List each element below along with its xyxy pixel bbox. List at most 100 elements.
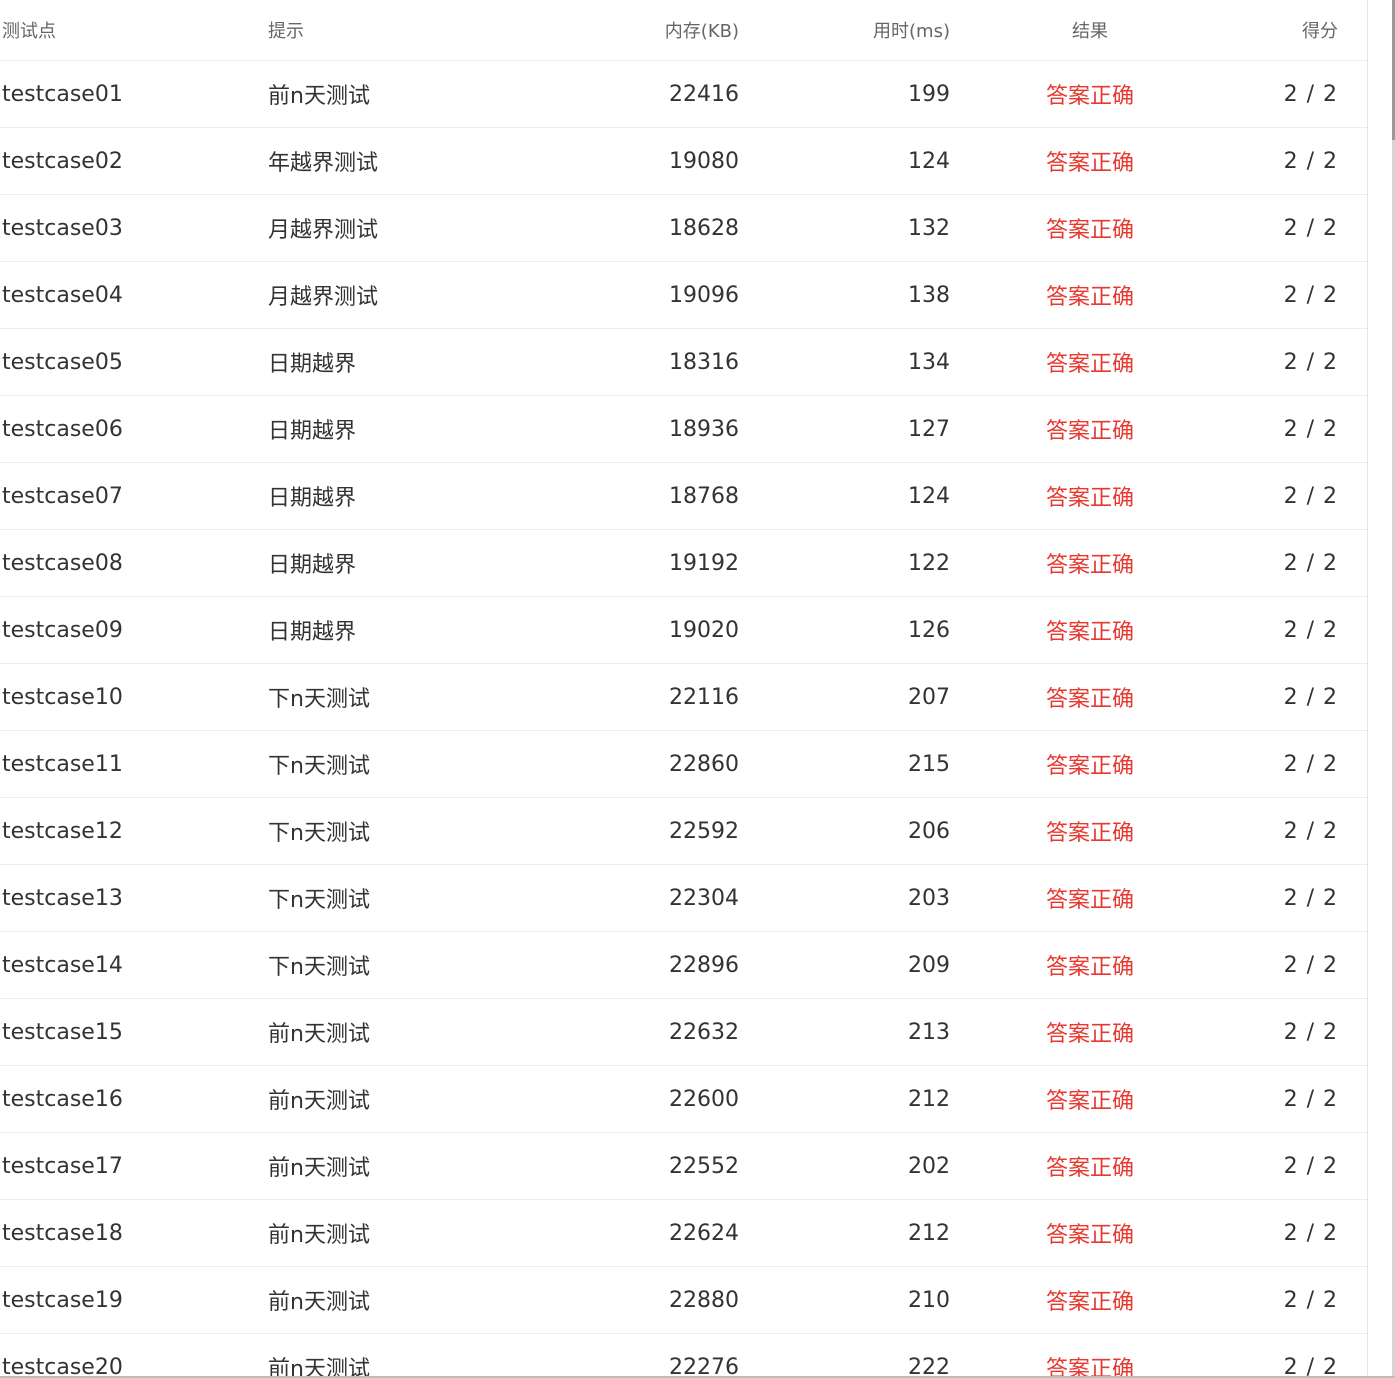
cell-score: 2 / 2 xyxy=(1283,1220,1338,1246)
cell-testcase: testcase04 xyxy=(2,282,123,308)
cell-time: 213 xyxy=(908,1019,950,1045)
cell-score: 2 / 2 xyxy=(1283,1354,1338,1378)
cell-testcase: testcase15 xyxy=(2,1019,123,1045)
table-row: testcase06 日期越界 18936 127 答案正确 2 / 2 xyxy=(0,396,1367,463)
cell-time: 215 xyxy=(908,751,950,777)
cell-testcase: testcase17 xyxy=(2,1153,123,1179)
cell-time: 127 xyxy=(908,416,950,442)
table-row: testcase03 月越界测试 18628 132 答案正确 2 / 2 xyxy=(0,195,1367,262)
cell-score: 2 / 2 xyxy=(1283,1287,1338,1313)
cell-hint: 下n天测试 xyxy=(268,754,370,779)
cell-hint: 日期越界 xyxy=(268,553,357,578)
cell-result: 答案正确 xyxy=(1045,821,1134,846)
cell-hint: 日期越界 xyxy=(268,352,357,377)
cell-time: 124 xyxy=(908,483,950,509)
table-row: testcase14 下n天测试 22896 209 答案正确 2 / 2 xyxy=(0,932,1367,999)
cell-time: 132 xyxy=(908,215,950,241)
table-row: testcase02 年越界测试 19080 124 答案正确 2 / 2 xyxy=(0,128,1367,195)
cell-score: 2 / 2 xyxy=(1283,416,1338,442)
cell-time: 199 xyxy=(908,81,950,107)
cell-score: 2 / 2 xyxy=(1283,282,1338,308)
cell-score: 2 / 2 xyxy=(1283,684,1338,710)
cell-time: 212 xyxy=(908,1086,950,1112)
cell-time: 222 xyxy=(908,1354,950,1378)
cell-result: 答案正确 xyxy=(1045,1223,1134,1248)
cell-memory: 18936 xyxy=(669,416,739,442)
cell-score: 2 / 2 xyxy=(1283,617,1338,643)
cell-result: 答案正确 xyxy=(1045,285,1134,310)
cell-hint: 日期越界 xyxy=(268,486,357,511)
cell-result: 答案正确 xyxy=(1045,553,1134,578)
cell-memory: 22276 xyxy=(669,1354,739,1378)
table-row: testcase16 前n天测试 22600 212 答案正确 2 / 2 xyxy=(0,1066,1367,1133)
cell-hint: 下n天测试 xyxy=(268,888,370,913)
cell-result: 答案正确 xyxy=(1045,1156,1134,1181)
cell-score: 2 / 2 xyxy=(1283,1086,1338,1112)
header-testcase: 测试点 xyxy=(2,21,56,42)
cell-hint: 下n天测试 xyxy=(268,687,370,712)
cell-time: 124 xyxy=(908,148,950,174)
cell-testcase: testcase09 xyxy=(2,617,123,643)
cell-score: 2 / 2 xyxy=(1283,215,1338,241)
table-row: testcase12 下n天测试 22592 206 答案正确 2 / 2 xyxy=(0,798,1367,865)
table-row: testcase08 日期越界 19192 122 答案正确 2 / 2 xyxy=(0,530,1367,597)
table-header-row: 测试点 提示 内存(KB) 用时(ms) 结果 得分 xyxy=(0,0,1367,61)
cell-time: 202 xyxy=(908,1153,950,1179)
cell-score: 2 / 2 xyxy=(1283,81,1338,107)
cell-result: 答案正确 xyxy=(1045,486,1134,511)
cell-result: 答案正确 xyxy=(1045,84,1134,109)
cell-hint: 前n天测试 xyxy=(268,1223,370,1248)
test-results-table: 测试点 提示 内存(KB) 用时(ms) 结果 得分 testcase01 前n天… xyxy=(0,0,1368,1378)
cell-testcase: testcase01 xyxy=(2,81,123,107)
cell-hint: 前n天测试 xyxy=(268,1089,370,1114)
table-row: testcase20 前n天测试 22276 222 答案正确 2 / 2 xyxy=(0,1334,1367,1378)
table-row: testcase07 日期越界 18768 124 答案正确 2 / 2 xyxy=(0,463,1367,530)
cell-score: 2 / 2 xyxy=(1283,550,1338,576)
cell-score: 2 / 2 xyxy=(1283,751,1338,777)
cell-result: 答案正确 xyxy=(1045,151,1134,176)
table-body: testcase01 前n天测试 22416 199 答案正确 2 / 2 testcase… xyxy=(0,61,1367,1378)
cell-memory: 18628 xyxy=(669,215,739,241)
cell-memory: 18768 xyxy=(669,483,739,509)
cell-result: 答案正确 xyxy=(1045,754,1134,779)
cell-hint: 前n天测试 xyxy=(268,1290,370,1315)
cell-time: 207 xyxy=(908,684,950,710)
cell-result: 答案正确 xyxy=(1045,1357,1134,1378)
table-row: testcase04 月越界测试 19096 138 答案正确 2 / 2 xyxy=(0,262,1367,329)
cell-result: 答案正确 xyxy=(1045,620,1134,645)
table-row: testcase13 下n天测试 22304 203 答案正确 2 / 2 xyxy=(0,865,1367,932)
header-time: 用时(ms) xyxy=(873,21,950,42)
table-row: testcase11 下n天测试 22860 215 答案正确 2 / 2 xyxy=(0,731,1367,798)
header-result: 结果 xyxy=(1072,21,1108,42)
cell-time: 210 xyxy=(908,1287,950,1313)
cell-memory: 22416 xyxy=(669,81,739,107)
cell-result: 答案正确 xyxy=(1045,1022,1134,1047)
cell-testcase: testcase10 xyxy=(2,684,123,710)
cell-memory: 22624 xyxy=(669,1220,739,1246)
cell-memory: 22116 xyxy=(669,684,739,710)
table-row: testcase01 前n天测试 22416 199 答案正确 2 / 2 xyxy=(0,61,1367,128)
cell-hint: 年越界测试 xyxy=(268,151,379,176)
cell-result: 答案正确 xyxy=(1045,218,1134,243)
cell-result: 答案正确 xyxy=(1045,419,1134,444)
cell-hint: 前n天测试 xyxy=(268,1156,370,1181)
cell-score: 2 / 2 xyxy=(1283,148,1338,174)
header-score: 得分 xyxy=(1302,21,1338,42)
cell-hint: 日期越界 xyxy=(268,620,357,645)
cell-memory: 22304 xyxy=(669,885,739,911)
cell-memory: 22632 xyxy=(669,1019,739,1045)
cell-time: 209 xyxy=(908,952,950,978)
cell-memory: 19020 xyxy=(669,617,739,643)
cell-score: 2 / 2 xyxy=(1283,483,1338,509)
cell-hint: 日期越界 xyxy=(268,419,357,444)
cell-testcase: testcase16 xyxy=(2,1086,123,1112)
table-row: testcase17 前n天测试 22552 202 答案正确 2 / 2 xyxy=(0,1133,1367,1200)
table-row: testcase05 日期越界 18316 134 答案正确 2 / 2 xyxy=(0,329,1367,396)
cell-memory: 19080 xyxy=(669,148,739,174)
cell-memory: 22592 xyxy=(669,818,739,844)
cell-hint: 月越界测试 xyxy=(268,285,379,310)
cell-testcase: testcase20 xyxy=(2,1354,123,1378)
cell-testcase: testcase18 xyxy=(2,1220,123,1246)
cell-hint: 下n天测试 xyxy=(268,955,370,980)
cell-testcase: testcase14 xyxy=(2,952,123,978)
